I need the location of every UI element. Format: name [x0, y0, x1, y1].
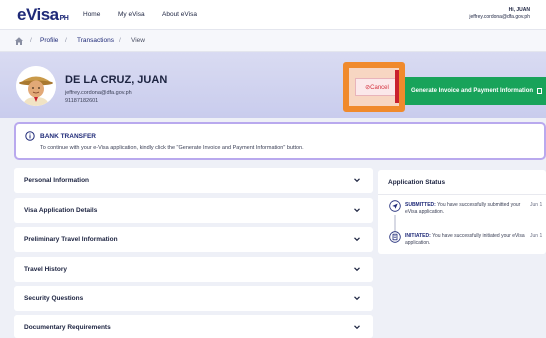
application-status-panel: Application Status SUBMITTED: You have s…: [378, 170, 546, 254]
status-keyword: SUBMITTED:: [405, 202, 436, 208]
alert-title: BANK TRANSFER: [40, 133, 96, 140]
logo-text: eVisa: [17, 5, 59, 24]
breadcrumb-separator: /: [119, 37, 121, 44]
applicant-name: DE LA CRUZ, JUAN: [65, 74, 168, 86]
section-documentary-requirements[interactable]: Documentary Requirements: [14, 315, 373, 338]
avatar: [16, 66, 56, 106]
nav-my-evisa[interactable]: My eVisa: [118, 11, 145, 18]
section-personal-information[interactable]: Personal Information: [14, 168, 373, 193]
chevron-down-icon: [354, 178, 360, 183]
nav-home[interactable]: Home: [83, 11, 100, 18]
user-email: jeffrey.cordona@dfa.gov.ph: [469, 14, 530, 20]
section-title: Documentary Requirements: [24, 324, 111, 331]
section-title: Travel History: [24, 266, 67, 273]
user-menu[interactable]: Hi, JUAN jeffrey.cordona@dfa.gov.ph: [469, 7, 530, 21]
applicant-phone: 91187182601: [65, 98, 99, 104]
home-icon[interactable]: [14, 36, 24, 46]
send-icon: [389, 200, 401, 212]
cancel-button-edge: [395, 70, 399, 103]
evisa-logo[interactable]: eVisaPH: [17, 5, 69, 25]
logo-suffix: PH: [59, 15, 69, 22]
divider: [378, 194, 546, 195]
section-travel-history[interactable]: Travel History: [14, 257, 373, 282]
section-preliminary-travel-information[interactable]: Preliminary Travel Information: [14, 227, 373, 252]
avatar-illustration: [16, 66, 56, 106]
breadcrumb-separator: /: [65, 37, 67, 44]
status-event-initiated: INITIATED: You have successfully initiat…: [405, 233, 527, 247]
chevron-down-icon: [354, 237, 360, 242]
section-visa-application-details[interactable]: Visa Application Details: [14, 198, 373, 223]
bank-transfer-alert: BANK TRANSFER To continue with your e-Vi…: [14, 122, 546, 160]
timeline-connector: [394, 215, 396, 232]
breadcrumb-view: View: [131, 37, 145, 44]
info-icon: [25, 131, 35, 141]
cancel-button[interactable]: ⊘Cancel: [355, 78, 399, 96]
status-date: Jun 1: [530, 202, 543, 208]
section-title: Personal Information: [24, 177, 90, 184]
breadcrumb-profile[interactable]: Profile: [40, 37, 58, 44]
section-title: Visa Application Details: [24, 207, 98, 214]
section-security-questions[interactable]: Security Questions: [14, 286, 373, 311]
chevron-down-icon: [354, 296, 360, 301]
applicant-email: jeffrey.cordona@dfa.gov.ph: [65, 90, 132, 96]
status-keyword: INITIATED:: [405, 233, 431, 239]
invoice-icon: [537, 88, 543, 94]
alert-text: To continue with your e-Visa application…: [40, 145, 304, 151]
breadcrumb-transactions[interactable]: Transactions: [77, 37, 114, 44]
status-date: Jun 1: [530, 233, 543, 239]
application-status-title: Application Status: [388, 179, 446, 186]
nav-about-evisa[interactable]: About eVisa: [162, 11, 197, 18]
chevron-down-icon: [354, 208, 360, 213]
status-event-submitted: SUBMITTED: You have successfully submitt…: [405, 202, 527, 216]
document-icon: [389, 231, 401, 243]
user-greeting: Hi, JUAN: [508, 7, 530, 13]
chevron-down-icon: [354, 325, 360, 330]
section-title: Preliminary Travel Information: [24, 236, 118, 243]
generate-invoice-button[interactable]: Generate Invoice and Payment Information: [405, 77, 546, 105]
chevron-down-icon: [354, 267, 360, 272]
breadcrumb-separator: /: [30, 37, 32, 44]
generate-invoice-label: Generate Invoice and Payment Information: [411, 88, 534, 94]
top-navbar: eVisaPH Home My eVisa About eVisa Hi, JU…: [0, 0, 546, 30]
section-title: Security Questions: [24, 295, 84, 302]
breadcrumb: / Profile / Transactions / View: [0, 30, 546, 52]
